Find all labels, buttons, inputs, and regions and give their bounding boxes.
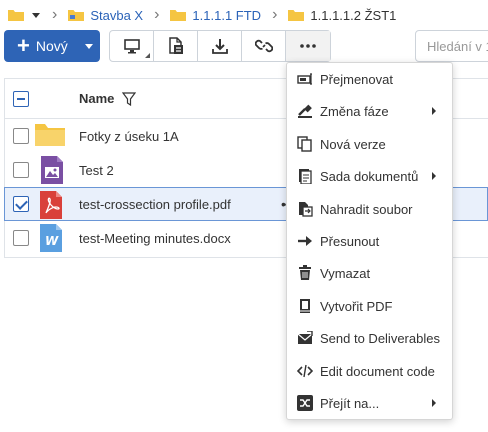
filter-icon[interactable] (122, 91, 137, 106)
folder-icon (35, 121, 65, 151)
column-header-label: Name (79, 91, 115, 106)
phase-icon (297, 103, 313, 119)
breadcrumb: › Stavba X › 1.1.1.1 FTD › 1.1.1.1.2 ŽST… (0, 0, 396, 30)
code-icon (297, 363, 313, 379)
file-name[interactable]: test-Meeting minutes.docx (79, 231, 231, 246)
row-checkbox[interactable] (13, 162, 29, 178)
search-input[interactable]: Hledání v 1 (415, 30, 488, 62)
download-button[interactable] (198, 31, 242, 61)
plus-icon: + (17, 33, 30, 58)
menu-item-go-to[interactable]: Přejít na... (287, 387, 452, 419)
download-icon (211, 39, 228, 54)
menu-item-label: Vymazat (320, 265, 371, 281)
folder-icon (68, 9, 85, 21)
pdf-file-icon (35, 190, 63, 220)
select-all-checkbox[interactable] (13, 90, 29, 107)
submenu-arrow-icon (432, 399, 436, 407)
breadcrumb-separator: › (272, 6, 278, 23)
submenu-arrow-icon (432, 107, 436, 115)
create-pdf-icon (297, 298, 313, 314)
breadcrumb-separator: › (154, 6, 160, 23)
breadcrumb-item[interactable]: 1.1.1.1 FTD (170, 8, 261, 23)
menu-item-label: Sada dokumentů (320, 168, 419, 184)
rename-icon (297, 71, 313, 87)
trash-icon (297, 265, 313, 281)
replace-file-icon (297, 201, 313, 217)
menu-item-new-version[interactable]: Nová verze (287, 128, 452, 160)
file-name[interactable]: test-crossection profile.pdf (79, 197, 231, 212)
chevron-down-icon (85, 43, 93, 49)
file-history-icon (168, 37, 183, 54)
word-file-icon: W (35, 223, 63, 253)
menu-item-rename[interactable]: Přejmenovat (287, 63, 452, 95)
copy-link-button[interactable] (242, 31, 286, 61)
menu-item-document-set[interactable]: Sada dokumentů (287, 160, 452, 192)
breadcrumb-item[interactable]: Stavba X (68, 8, 143, 23)
corner-caret-icon (145, 53, 150, 58)
column-header-name[interactable]: Name (79, 91, 137, 106)
row-checkbox[interactable] (13, 128, 29, 144)
menu-item-replace-file[interactable]: Nahradit soubor (287, 193, 452, 225)
breadcrumb-root[interactable] (8, 9, 46, 21)
breadcrumb-label[interactable]: 1.1.1.1 FTD (192, 8, 261, 23)
file-name[interactable]: Fotky z úseku 1A (79, 129, 179, 144)
menu-item-label: Edit document code (320, 363, 435, 379)
image-file-icon (35, 155, 63, 185)
new-button-label: Nový (35, 38, 68, 54)
menu-item-send-deliverables[interactable]: Send to Deliverables (287, 322, 452, 354)
file-manager: › Stavba X › 1.1.1.1 FTD › 1.1.1.1.2 ŽST… (0, 0, 488, 432)
row-checkbox[interactable] (13, 196, 29, 212)
menu-item-label: Send to Deliverables (320, 330, 440, 346)
row-checkbox[interactable] (13, 230, 29, 246)
menu-item-label: Nahradit soubor (320, 201, 413, 217)
menu-item-delete[interactable]: Vymazat (287, 257, 452, 289)
folder-icon (170, 9, 187, 21)
file-name[interactable]: Test 2 (79, 163, 114, 178)
menu-item-label: Vytvořit PDF (320, 298, 393, 314)
menu-item-label: Přesunout (320, 233, 380, 249)
new-version-icon (297, 136, 313, 152)
breadcrumb-label[interactable]: Stavba X (90, 8, 143, 23)
menu-item-move[interactable]: Přesunout (287, 225, 452, 257)
chevron-down-icon[interactable] (32, 12, 40, 18)
new-button[interactable]: + Nový (4, 30, 100, 62)
document-set-icon (297, 168, 313, 184)
context-menu: Přejmenovat Změna fáze Nová verze Sada d… (286, 62, 453, 420)
new-dropdown-toggle[interactable] (78, 30, 100, 62)
monitor-icon (123, 39, 140, 54)
preview-button[interactable] (110, 31, 154, 61)
menu-item-label: Nová verze (320, 136, 386, 152)
menu-item-create-pdf[interactable]: Vytvořit PDF (287, 290, 452, 322)
breadcrumb-label: 1.1.1.1.2 ŽST1 (310, 7, 397, 23)
svg-text:W: W (45, 234, 59, 248)
menu-item-edit-code[interactable]: Edit document code (287, 355, 452, 387)
file-history-button[interactable] (154, 31, 198, 61)
toolbar-actions (109, 30, 331, 62)
more-horizontal-icon (300, 44, 316, 48)
move-icon (297, 233, 313, 249)
menu-item-label: Změna fáze (320, 103, 389, 119)
folder-icon (288, 9, 305, 21)
menu-item-change-phase[interactable]: Změna fáze (287, 95, 452, 127)
folder-icon (8, 9, 24, 21)
breadcrumb-separator: › (52, 6, 58, 23)
more-actions-button[interactable] (286, 31, 330, 61)
breadcrumb-current: 1.1.1.1.2 ŽST1 (288, 8, 396, 23)
link-icon (254, 39, 273, 53)
menu-item-label: Přejít na... (320, 395, 380, 411)
menu-item-label: Přejmenovat (320, 71, 393, 87)
shuffle-icon (297, 395, 313, 411)
send-icon (297, 330, 313, 346)
submenu-arrow-icon (432, 172, 436, 180)
